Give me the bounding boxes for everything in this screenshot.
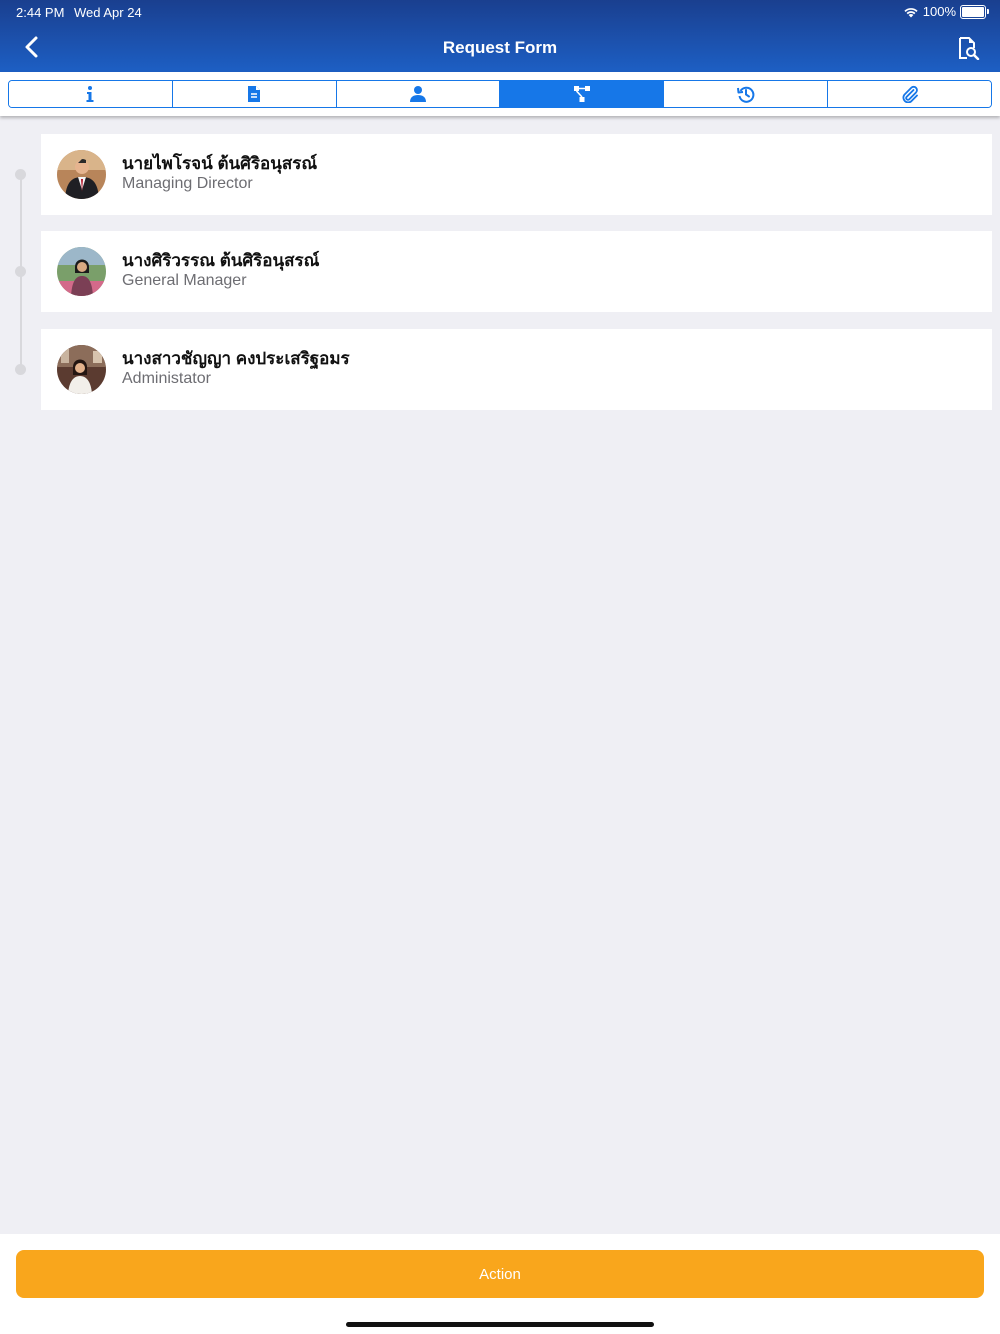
history-icon	[736, 86, 755, 103]
approver-name: นางสาวชัญญา คงประเสริฐอมร	[122, 349, 350, 368]
approver-card-2[interactable]: นางศิริวรรณ ต้นศิริอนุสรณ์ General Manag…	[41, 231, 992, 312]
tab-info[interactable]	[9, 81, 173, 107]
status-right: 100%	[903, 4, 989, 19]
avatar	[57, 150, 106, 199]
status-bar: 2:44 PM Wed Apr 24 100%	[0, 0, 1000, 24]
user-icon	[410, 86, 427, 102]
paperclip-icon	[902, 85, 918, 103]
status-date: Wed Apr 24	[74, 5, 142, 20]
approver-role: General Manager	[122, 272, 247, 289]
tab-user[interactable]	[336, 81, 501, 107]
wifi-icon	[904, 7, 918, 17]
tab-bar-container	[0, 72, 1000, 116]
action-button[interactable]: Action	[16, 1250, 984, 1298]
tab-document[interactable]	[172, 81, 337, 107]
battery-icon	[960, 4, 989, 19]
approver-card-1[interactable]: นายไพโรจน์ ต้นศิริอนุสรณ์ Managing Direc…	[41, 134, 992, 215]
timeline-dot	[15, 169, 26, 180]
document-search-icon	[959, 37, 980, 61]
approver-role: Managing Director	[122, 175, 253, 192]
status-time: 2:44 PM	[16, 5, 65, 20]
approver-name: นายไพโรจน์ ต้นศิริอนุสรณ์	[122, 154, 318, 173]
approver-role: Administator	[122, 370, 211, 387]
segmented-tab-bar	[8, 80, 992, 108]
header: 2:44 PM Wed Apr 24 100% Request Form	[0, 0, 1000, 72]
bottom-action-bar: Action	[0, 1234, 1000, 1334]
document-icon	[248, 86, 261, 102]
tab-history[interactable]	[664, 81, 829, 107]
search-document-button[interactable]	[956, 36, 980, 61]
page-title: Request Form	[442, 38, 558, 57]
flow-icon	[573, 86, 590, 102]
avatar	[57, 345, 106, 394]
tab-flow[interactable]	[500, 81, 665, 107]
avatar	[57, 247, 106, 296]
timeline-dot	[15, 364, 26, 375]
home-indicator	[346, 1322, 654, 1327]
battery-percent: 100%	[922, 4, 956, 19]
tab-attachment[interactable]	[828, 81, 991, 107]
approver-card-3[interactable]: นางสาวชัญญา คงประเสริฐอมร Administator	[41, 329, 992, 410]
approver-name: นางศิริวรรณ ต้นศิริอนุสรณ์	[122, 251, 320, 270]
timeline-dot	[15, 266, 26, 277]
info-icon	[86, 86, 94, 102]
